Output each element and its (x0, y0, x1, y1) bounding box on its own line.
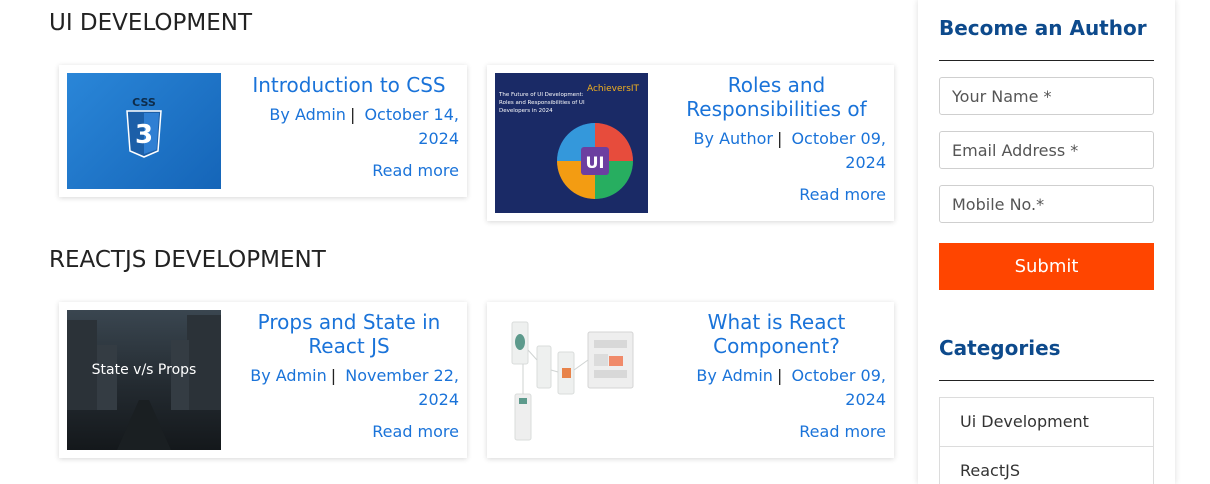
thumb-center-label: UI (586, 153, 605, 172)
author-link[interactable]: By Author (694, 129, 773, 148)
svg-text:3: 3 (135, 120, 153, 150)
card-meta: By Admin | October 14, 2024 (239, 103, 459, 151)
name-input[interactable] (939, 77, 1154, 115)
categories-heading: Categories (939, 336, 1061, 360)
read-more-link[interactable]: Read more (667, 183, 886, 207)
date-link[interactable]: October 09, 2024 (791, 129, 886, 172)
css-thumbnail[interactable]: CSS 3 (67, 73, 221, 189)
blog-card: State v/s Props Props and State in React… (59, 302, 467, 458)
category-item-ui-development[interactable]: Ui Development (939, 397, 1154, 447)
thumb-caption: The Future of UI Development: Roles and … (499, 92, 585, 114)
card-body: What is React Component? By Admin | Octob… (667, 310, 886, 444)
date-link[interactable]: October 09, 2024 (791, 366, 886, 409)
css3-logo-icon: CSS 3 (126, 96, 162, 158)
sidebar: Become an Author Submit Categories Ui De… (918, 0, 1175, 484)
street-scene-graphic (67, 315, 221, 450)
email-input[interactable] (939, 131, 1154, 169)
author-link[interactable]: By Admin (250, 366, 327, 385)
meta-separator: | (349, 105, 356, 124)
card-title-link[interactable]: Roles and Responsibilities of UI.. (667, 73, 886, 121)
author-link[interactable]: By Admin (696, 366, 773, 385)
card-body: Introduction to CSS By Admin | October 14… (239, 73, 459, 183)
card-body: Roles and Responsibilities of UI.. By Au… (667, 73, 886, 207)
blog-card: CSS 3 Introduction to CSS By Admin | Octo… (59, 65, 467, 197)
main-content: UI DEVELOPMENT CSS 3 Introduction to CSS… (0, 0, 910, 484)
state-props-thumbnail[interactable]: State v/s Props (67, 310, 221, 450)
blog-card: UI AchieversIT The Future of UI Developm… (487, 65, 894, 221)
date-link[interactable]: November 22, 2024 (345, 366, 459, 409)
card-meta: By Author | October 09, 2024 (667, 127, 886, 175)
section-title-reactjs-development: REACTJS DEVELOPMENT (49, 247, 326, 273)
heading-divider (939, 60, 1154, 61)
date-link[interactable]: October 14, 2024 (364, 105, 459, 148)
meta-separator: | (776, 129, 783, 148)
card-body: Props and State in React JS By Admin | No… (239, 310, 459, 444)
thumb-label: State v/s Props (91, 362, 197, 378)
card-title-link[interactable]: Introduction to CSS (239, 73, 459, 97)
mobile-input[interactable] (939, 185, 1154, 223)
submit-button[interactable]: Submit (939, 243, 1154, 290)
ui-roles-thumbnail[interactable]: UI AchieversIT The Future of UI Developm… (495, 73, 648, 213)
category-item-reactjs[interactable]: ReactJS (939, 446, 1154, 484)
meta-separator: | (330, 366, 337, 385)
read-more-link[interactable]: Read more (239, 159, 459, 183)
card-meta: By Admin | October 09, 2024 (667, 364, 886, 412)
thumb-label: CSS (132, 96, 156, 109)
author-link[interactable]: By Admin (269, 105, 346, 124)
thumb-brand: AchieversIT (587, 84, 640, 94)
blog-card: What is React Component? By Admin | Octob… (487, 302, 894, 458)
section-title-ui-development: UI DEVELOPMENT (49, 10, 253, 36)
card-meta: By Admin | November 22, 2024 (239, 364, 459, 412)
read-more-link[interactable]: Read more (239, 420, 459, 444)
read-more-link[interactable]: Read more (667, 420, 886, 444)
heading-divider (939, 380, 1154, 381)
component-diagram-graphic (511, 321, 634, 441)
meta-separator: | (776, 366, 783, 385)
card-title-link[interactable]: Props and State in React JS (239, 310, 459, 358)
become-author-heading: Become an Author (939, 16, 1147, 40)
react-component-thumbnail[interactable] (495, 310, 648, 450)
card-title-link[interactable]: What is React Component? (667, 310, 886, 358)
